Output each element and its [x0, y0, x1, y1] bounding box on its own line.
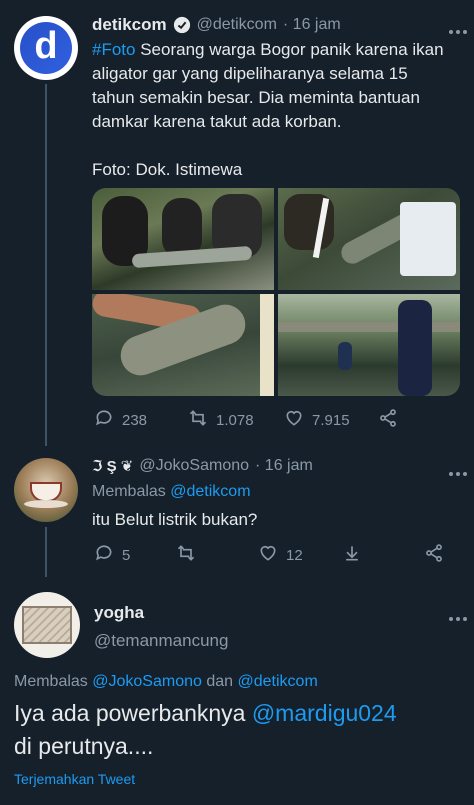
share-button[interactable] — [424, 543, 444, 567]
reply-count: 238 — [122, 411, 148, 429]
photo-4[interactable] — [278, 294, 460, 396]
reply-count: 5 — [122, 546, 131, 564]
retweet-icon — [176, 543, 196, 567]
share-icon — [378, 408, 398, 432]
detikcom-logo-icon: d — [20, 22, 72, 74]
timestamp[interactable]: · 16 jam — [283, 16, 341, 34]
like-count: 7.915 — [312, 411, 350, 429]
retweet-button[interactable] — [176, 543, 196, 567]
photo-2[interactable] — [278, 188, 460, 290]
tweet1-text: #Foto Seorang warga Bogor panik karena i… — [92, 38, 464, 182]
verified-badge-icon — [173, 16, 191, 34]
photo-1[interactable] — [92, 188, 274, 290]
more-options-icon[interactable] — [448, 22, 468, 34]
tweet3-text-line1: Iya ada powerbanknya @mardigu024 — [14, 700, 397, 726]
thread-line — [45, 84, 47, 446]
reply-button[interactable]: 238 — [94, 408, 147, 432]
sketch-image-icon — [22, 606, 72, 644]
reply-icon — [94, 408, 114, 432]
retweet-button[interactable]: 1.078 — [188, 408, 254, 432]
heart-icon — [284, 408, 304, 432]
tweet1-header: detikcom @detikcom · 16 jam — [92, 15, 341, 35]
avatar-yogha[interactable] — [14, 592, 80, 658]
display-name[interactable]: ℑ Ş ❦ — [92, 457, 133, 475]
translate-tweet-link[interactable]: Terjemahkan Tweet — [14, 771, 135, 787]
teacup-icon — [30, 482, 62, 502]
display-name[interactable]: yogha — [94, 603, 144, 623]
more-options-icon[interactable] — [448, 464, 468, 476]
handle[interactable]: @temanmancung — [94, 631, 228, 651]
retweet-icon — [188, 408, 208, 432]
like-count: 12 — [286, 546, 303, 564]
tweet2-text: itu Belut listrik bukan? — [92, 510, 258, 529]
share-icon — [424, 543, 444, 567]
tweet1-body: Seorang warga Bogor panik karena ikan al… — [92, 40, 444, 179]
mention-link[interactable]: @JokoSamono — [92, 673, 202, 690]
like-button[interactable]: 12 — [258, 543, 303, 567]
photo-3[interactable] — [92, 294, 274, 396]
like-button[interactable]: 7.915 — [284, 408, 350, 432]
display-name[interactable]: detikcom — [92, 15, 167, 35]
reply-icon — [94, 543, 114, 567]
mention-link[interactable]: @detikcom — [238, 673, 318, 690]
thread-line — [45, 527, 47, 577]
hashtag-link[interactable]: #Foto — [92, 40, 135, 59]
heart-icon — [258, 543, 278, 567]
mention-link[interactable]: @mardigu024 — [252, 700, 397, 726]
mention-link[interactable]: @detikcom — [170, 483, 250, 500]
retweet-count: 1.078 — [216, 411, 254, 429]
more-options-icon[interactable] — [448, 609, 468, 621]
timestamp[interactable]: · 16 jam — [255, 457, 313, 475]
replying-to: Membalas @JokoSamono dan @detikcom — [14, 673, 318, 690]
reply-button[interactable]: 5 — [94, 543, 130, 567]
download-button[interactable] — [342, 543, 362, 567]
media-grid[interactable] — [92, 188, 460, 396]
share-button[interactable] — [378, 408, 398, 432]
replying-to: Membalas @detikcom — [92, 483, 251, 500]
tweet3-text-line2: di perutnya.... — [14, 733, 154, 759]
avatar-detikcom[interactable]: d — [14, 16, 78, 80]
avatar-jokosamono[interactable] — [14, 458, 78, 522]
handle[interactable]: @JokoSamono — [139, 457, 249, 475]
handle[interactable]: @detikcom — [197, 16, 277, 34]
download-icon — [342, 543, 362, 567]
tweet2-header: ℑ Ş ❦ @JokoSamono · 16 jam — [92, 457, 313, 475]
